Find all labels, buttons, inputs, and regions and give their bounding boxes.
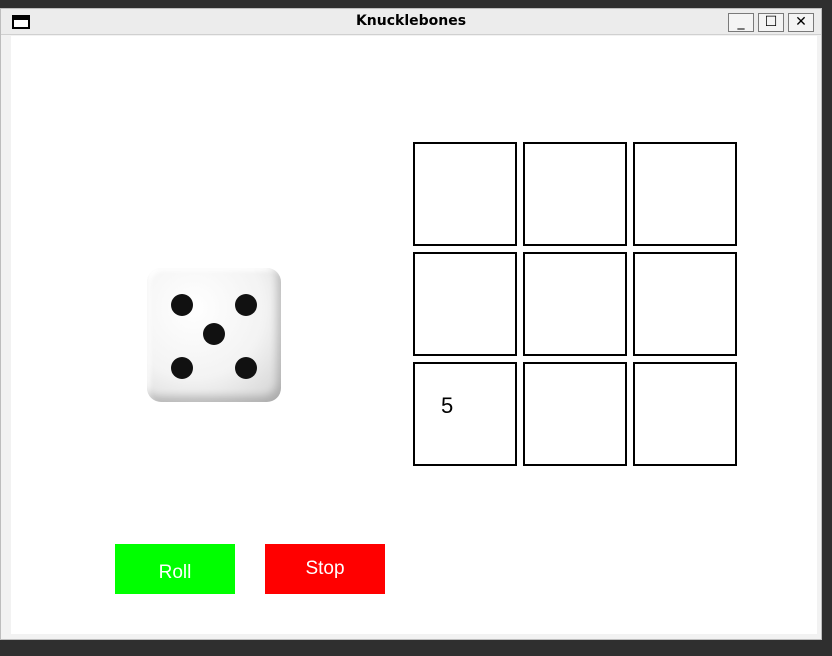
die-pip — [171, 294, 193, 316]
title-bar: Knucklebones _ ☐ ✕ — [1, 9, 821, 35]
board-cell[interactable] — [633, 142, 737, 246]
board-cell[interactable] — [633, 252, 737, 356]
roll-button[interactable]: Roll — [115, 544, 235, 594]
die-pip — [171, 357, 193, 379]
die-pip — [235, 357, 257, 379]
board-cell[interactable] — [523, 252, 627, 356]
die-pip — [235, 294, 257, 316]
close-button[interactable]: ✕ — [788, 13, 814, 32]
game-canvas: 5 Roll Stop — [11, 36, 817, 634]
board-cell[interactable] — [413, 142, 517, 246]
cell-value: 5 — [441, 393, 454, 418]
board-cell[interactable]: 5 — [413, 362, 517, 466]
board-cell[interactable] — [413, 252, 517, 356]
stop-button[interactable]: Stop — [265, 544, 385, 594]
board-cell[interactable] — [633, 362, 737, 466]
maximize-button[interactable]: ☐ — [758, 13, 784, 32]
board-cell[interactable] — [523, 142, 627, 246]
board-cell[interactable] — [523, 362, 627, 466]
board-grid: 5 — [413, 142, 737, 466]
window-title: Knucklebones — [355, 13, 467, 29]
die-five-icon — [147, 268, 281, 402]
die-pip — [203, 323, 225, 345]
minimize-button[interactable]: _ — [728, 13, 754, 32]
app-window: Knucklebones _ ☐ ✕ 5 Roll Stop — [0, 8, 822, 640]
